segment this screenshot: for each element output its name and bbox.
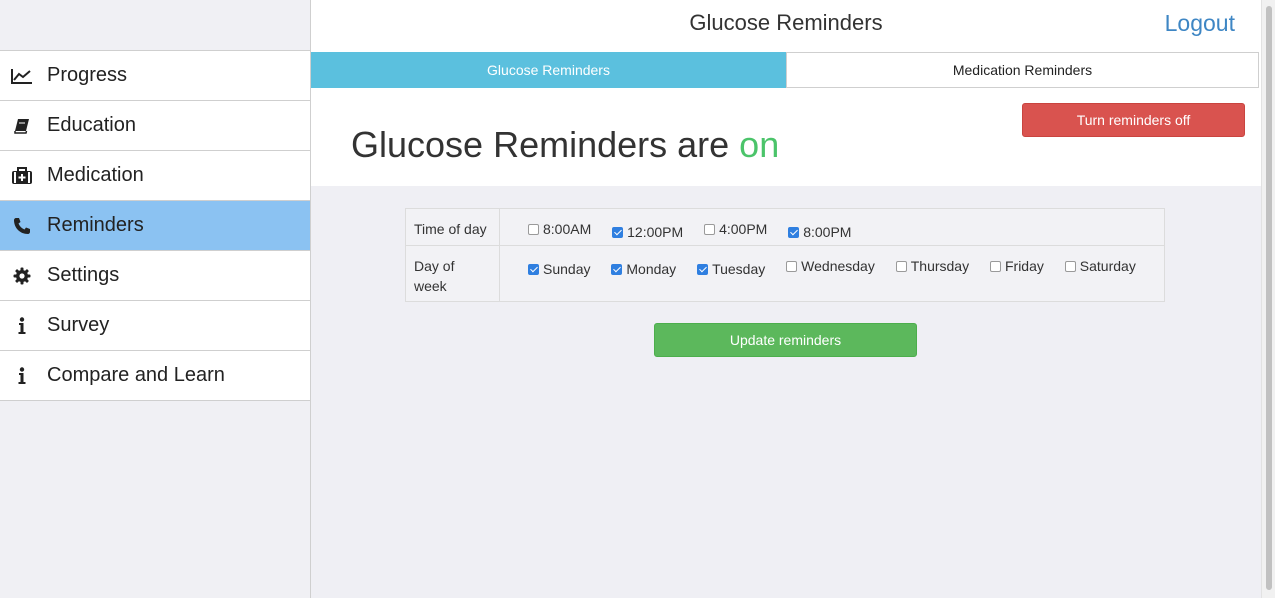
day-checkbox-4[interactable] — [895, 260, 907, 272]
day-option[interactable]: Friday — [989, 256, 1044, 276]
sidebar-item-label: Progress — [47, 64, 128, 86]
day-option[interactable]: Saturday — [1064, 256, 1136, 276]
day-options: Sunday Monday Tuesday Wednesday Thursday… — [499, 245, 1165, 302]
tab-bar: Glucose Reminders Medication Reminders — [311, 52, 1259, 88]
day-checkbox-1[interactable] — [611, 263, 623, 275]
time-option-label: 4:00PM — [719, 221, 768, 237]
scrollbar-thumb[interactable] — [1266, 6, 1272, 590]
page-title: Glucose Reminders — [689, 10, 883, 35]
info-icon — [10, 314, 34, 338]
day-option[interactable]: Monday — [611, 259, 676, 279]
day-option[interactable]: Wednesday — [786, 256, 875, 276]
day-option[interactable]: Tuesday — [697, 259, 765, 279]
header: Glucose Reminders Logout — [311, 0, 1261, 52]
time-checkbox-2[interactable] — [704, 223, 716, 235]
time-option[interactable]: 8:00AM — [528, 219, 591, 239]
info-icon — [10, 364, 34, 388]
reminder-settings: Time of day 8:00AM 12:00PM 4:00PM 8:00PM… — [311, 186, 1261, 598]
time-checkbox-1[interactable] — [612, 226, 624, 238]
sidebar-item-label: Reminders — [47, 214, 144, 236]
sidebar-item-progress[interactable]: Progress — [0, 51, 310, 101]
sidebar-item-label: Survey — [47, 314, 110, 336]
day-checkbox-3[interactable] — [786, 260, 798, 272]
tab-medication-reminders[interactable]: Medication Reminders — [786, 52, 1259, 88]
day-of-week-row: Day of week Sunday Monday Tuesday Wednes… — [405, 245, 1165, 302]
logout-link[interactable]: Logout — [1165, 10, 1235, 37]
line-chart-icon — [10, 64, 34, 88]
day-option-label: Friday — [1004, 258, 1044, 274]
scrollbar[interactable] — [1261, 0, 1275, 598]
day-option[interactable]: Sunday — [528, 259, 590, 279]
status-prefix: Glucose Reminders are — [351, 124, 740, 165]
turn-reminders-off-button[interactable]: Turn reminders off — [1022, 103, 1245, 137]
day-option-label: Tuesday — [712, 261, 766, 277]
sidebar-item-education[interactable]: Education — [0, 101, 310, 151]
sidebar-item-reminders[interactable]: Reminders — [0, 201, 310, 251]
day-checkbox-2[interactable] — [697, 263, 709, 275]
time-option-label: 12:00PM — [627, 224, 684, 240]
day-option-label: Thursday — [910, 258, 970, 274]
time-option[interactable]: 4:00PM — [704, 219, 767, 239]
day-option-label: Wednesday — [801, 258, 875, 274]
book-icon — [10, 114, 34, 138]
day-option-label: Monday — [626, 261, 677, 277]
time-checkbox-0[interactable] — [528, 223, 539, 235]
sidebar-item-settings[interactable]: Settings — [0, 251, 310, 301]
time-option[interactable]: 8:00PM — [788, 222, 851, 242]
status-badge: on — [739, 124, 780, 165]
day-option-label: Sunday — [543, 261, 591, 277]
sidebar-header — [0, 0, 310, 51]
status-heading: Glucose Reminders are on — [351, 124, 779, 166]
sidebar-item-compare-and-learn[interactable]: Compare and Learn — [0, 351, 310, 401]
status-panel: Glucose Reminders are on Turn reminders … — [311, 88, 1261, 186]
sidebar-item-label: Medication — [47, 164, 144, 186]
time-option[interactable]: 12:00PM — [612, 222, 683, 242]
time-checkbox-3[interactable] — [788, 226, 800, 238]
sidebar-item-label: Settings — [47, 264, 120, 286]
schedule-table: Time of day 8:00AM 12:00PM 4:00PM 8:00PM… — [405, 208, 1165, 302]
sidebar-item-label: Compare and Learn — [47, 364, 225, 386]
sidebar-item-label: Education — [47, 114, 136, 136]
day-checkbox-5[interactable] — [989, 260, 1001, 272]
time-of-day-row: Time of day 8:00AM 12:00PM 4:00PM 8:00PM — [405, 208, 1165, 246]
time-option-label: 8:00PM — [803, 224, 852, 240]
update-reminders-button[interactable]: Update reminders — [654, 323, 917, 357]
sidebar-item-medication[interactable]: Medication — [0, 151, 310, 201]
medkit-icon — [10, 164, 34, 188]
time-option-label: 8:00AM — [543, 221, 592, 237]
phone-icon — [10, 214, 34, 238]
day-checkbox-0[interactable] — [528, 263, 539, 275]
sidebar: Progress Education Medication Reminders … — [0, 0, 311, 598]
day-checkbox-6[interactable] — [1064, 260, 1076, 272]
time-options: 8:00AM 12:00PM 4:00PM 8:00PM — [499, 208, 1165, 246]
sidebar-item-survey[interactable]: Survey — [0, 301, 310, 351]
tab-glucose-reminders[interactable]: Glucose Reminders — [311, 52, 786, 88]
gear-icon — [10, 264, 34, 288]
time-of-day-label: Time of day — [405, 208, 500, 246]
day-of-week-label: Day of week — [405, 245, 500, 302]
day-option-label: Saturday — [1079, 258, 1136, 274]
day-option[interactable]: Thursday — [895, 256, 970, 276]
